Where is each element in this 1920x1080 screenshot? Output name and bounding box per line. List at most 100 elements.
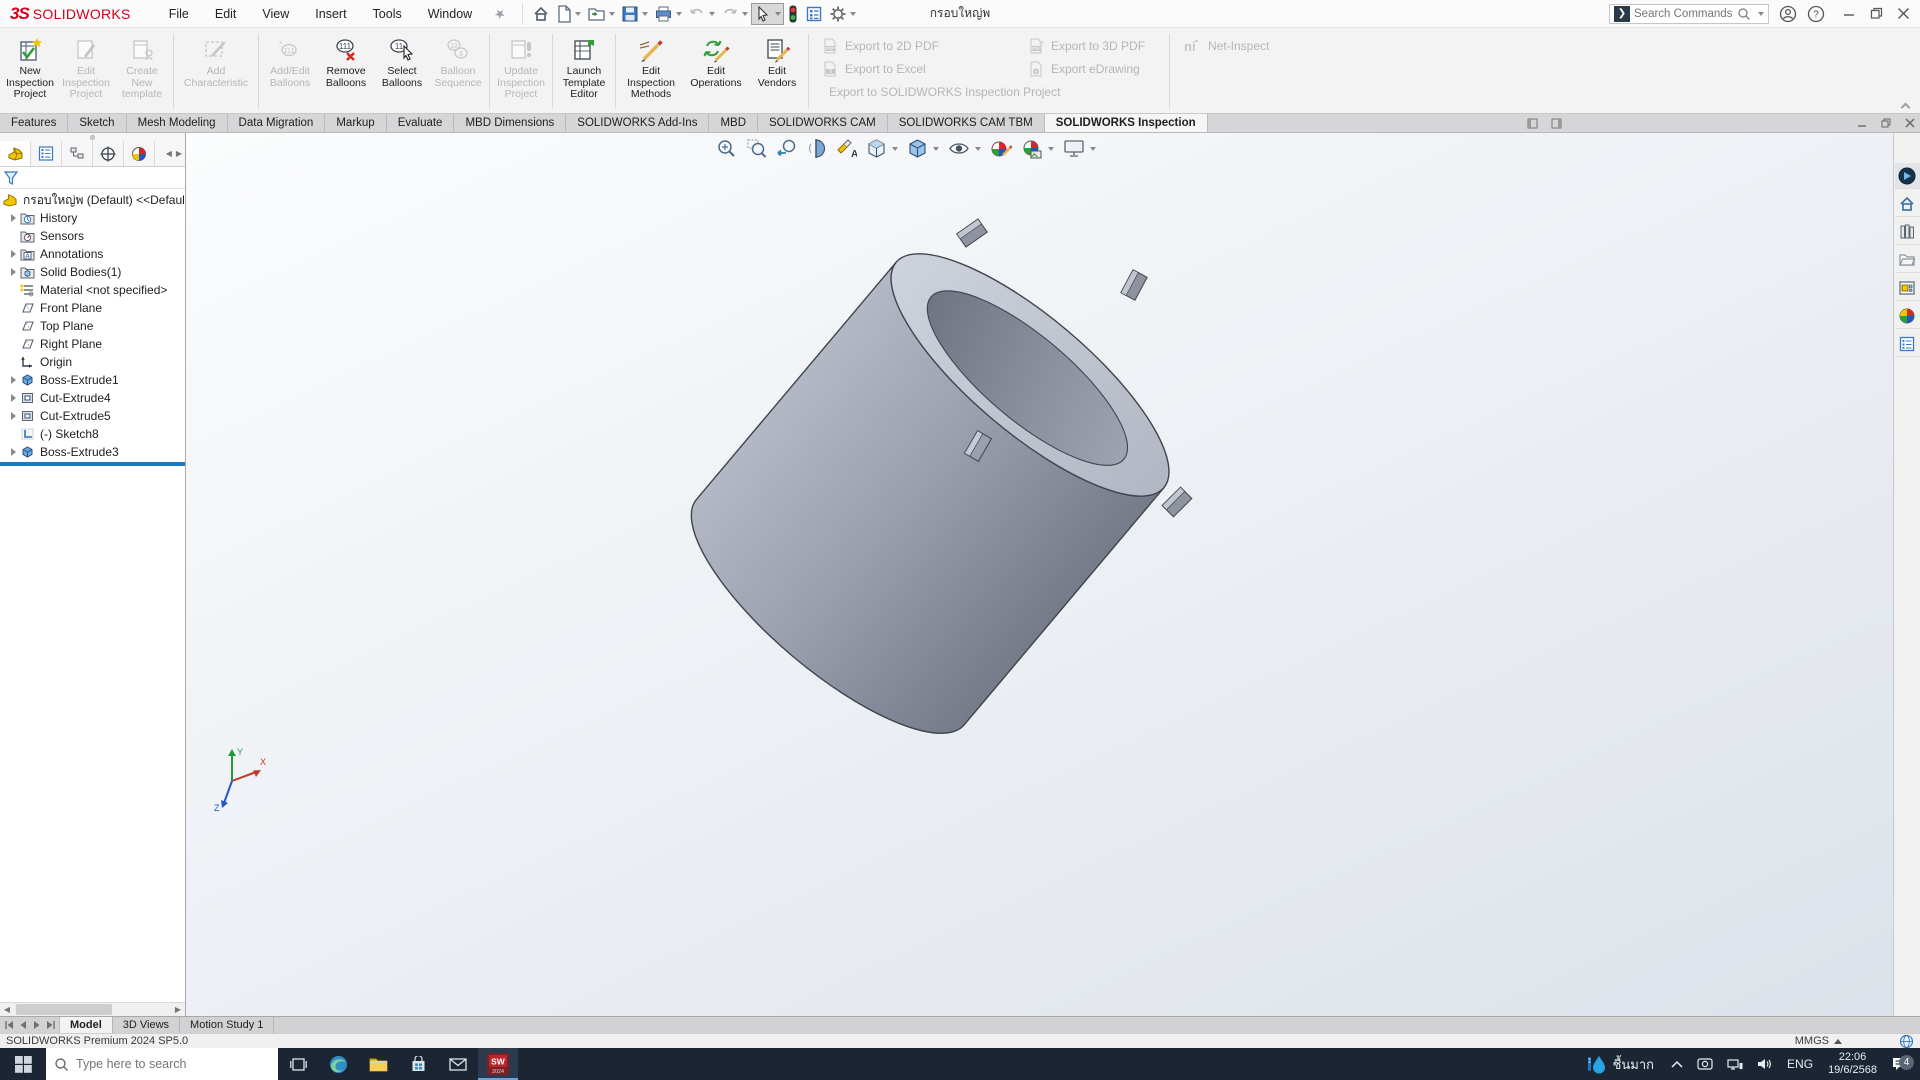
design-library-tab[interactable] xyxy=(1895,219,1920,245)
tree-item-cut-extrude5[interactable]: Cut-Extrude5 xyxy=(0,407,185,425)
network-button[interactable] xyxy=(1720,1048,1750,1080)
tree-item-sensors[interactable]: Sensors xyxy=(0,227,185,245)
tree-item-boss-extrude3[interactable]: Boss-Extrude3 xyxy=(0,443,185,461)
save-button[interactable] xyxy=(618,3,651,25)
chevron-down-icon[interactable] xyxy=(775,12,781,16)
custom-properties-tab[interactable] xyxy=(1895,331,1920,357)
appearances-tab[interactable] xyxy=(1895,303,1920,329)
tree-item-top-plane[interactable]: Top Plane xyxy=(0,317,185,335)
language-indicator[interactable]: ENG xyxy=(1780,1048,1820,1080)
propertymanager-tab[interactable] xyxy=(31,141,62,166)
doc-restore-icon[interactable] xyxy=(1881,118,1892,129)
first-tab-button[interactable] xyxy=(2,1019,15,1032)
doc-minimize-icon[interactable] xyxy=(1857,118,1868,129)
tree-item-front-plane[interactable]: Front Plane xyxy=(0,299,185,317)
configurationmanager-tab[interactable] xyxy=(62,141,93,166)
units-selector[interactable]: MMGS xyxy=(1795,1035,1842,1047)
tree-item-solid-bodies[interactable]: Solid Bodies(1) xyxy=(0,263,185,281)
help-icon[interactable]: ? xyxy=(1807,5,1825,23)
tab-solidworks-addins[interactable]: SOLIDWORKS Add-Ins xyxy=(566,114,709,132)
tab-data-migration[interactable]: Data Migration xyxy=(228,114,326,132)
remove-balloons-button[interactable]: 111 Remove Balloons xyxy=(318,30,374,113)
3dexperience-tab[interactable] xyxy=(1895,163,1920,189)
close-icon[interactable] xyxy=(1897,7,1910,20)
pin-menu-icon[interactable]: ★ xyxy=(490,4,509,24)
edit-inspection-methods-button[interactable]: Edit Inspection Methods xyxy=(619,30,683,113)
mounting-tab[interactable] xyxy=(1162,487,1192,517)
expand-arrow-icon[interactable] xyxy=(11,376,16,384)
cylinder-part[interactable] xyxy=(659,218,1201,769)
expand-arrow-icon[interactable] xyxy=(11,214,16,222)
tab-markup[interactable]: Markup xyxy=(325,114,386,132)
mounting-tab[interactable] xyxy=(1121,270,1147,300)
restore-icon[interactable] xyxy=(1870,7,1883,20)
tree-item-sketch8[interactable]: (-) Sketch8 xyxy=(0,425,185,443)
redo-button[interactable] xyxy=(718,3,751,25)
displaymanager-tab[interactable] xyxy=(124,141,155,166)
chevron-down-icon[interactable] xyxy=(609,12,615,16)
mounting-tab[interactable] xyxy=(957,219,987,247)
rebuild-button[interactable] xyxy=(784,2,802,26)
chevron-down-icon[interactable] xyxy=(850,12,856,16)
rollback-bar[interactable] xyxy=(0,462,185,466)
scroll-right-button[interactable]: ▶ xyxy=(171,1003,185,1016)
tab-model[interactable]: Model xyxy=(60,1017,113,1033)
command-search[interactable]: ❯ xyxy=(1609,4,1769,24)
tree-horizontal-scrollbar[interactable]: ◀ ▶ xyxy=(0,1002,185,1016)
expand-arrow-icon[interactable] xyxy=(11,394,16,402)
featuremanager-tab[interactable] xyxy=(0,141,31,166)
expand-arrow-icon[interactable] xyxy=(11,268,16,276)
menu-file[interactable]: File xyxy=(157,3,201,25)
tree-item-origin[interactable]: Origin xyxy=(0,353,185,371)
filter-funnel-icon[interactable] xyxy=(3,170,19,186)
taskbar-search[interactable] xyxy=(46,1048,278,1080)
menu-view[interactable]: View xyxy=(250,3,301,25)
view-palette-tab[interactable] xyxy=(1895,275,1920,301)
doc-close-icon[interactable] xyxy=(1905,118,1916,129)
launch-template-editor-button[interactable]: Launch Template Editor xyxy=(556,30,612,113)
home-tab[interactable] xyxy=(1895,191,1920,217)
weather-widget[interactable]: ชื้นมาก xyxy=(1577,1054,1664,1075)
scroll-right-icon[interactable]: ▶ xyxy=(176,149,182,158)
scrollbar-track[interactable] xyxy=(14,1003,171,1016)
user-account-icon[interactable] xyxy=(1779,5,1797,23)
file-explorer-tab[interactable] xyxy=(1895,247,1920,273)
tree-item-boss-extrude1[interactable]: Boss-Extrude1 xyxy=(0,371,185,389)
panel-splitter-handle[interactable] xyxy=(0,133,185,141)
store-taskbar-button[interactable] xyxy=(398,1048,438,1080)
scroll-left-button[interactable]: ◀ xyxy=(0,1003,14,1016)
tab-motion-study-1[interactable]: Motion Study 1 xyxy=(180,1017,274,1033)
tab-features[interactable]: Features xyxy=(0,114,68,132)
dock-left-icon[interactable] xyxy=(1527,118,1538,129)
tree-item-right-plane[interactable]: Right Plane xyxy=(0,335,185,353)
tree-root-part[interactable]: กรอบใหญ่พ (Default) <<Default>_Displ xyxy=(0,191,185,209)
chevron-down-icon[interactable] xyxy=(642,12,648,16)
select-balloons-button[interactable]: 11 Select Balloons xyxy=(374,30,430,113)
file-explorer-taskbar-button[interactable] xyxy=(358,1048,398,1080)
expand-arrow-icon[interactable] xyxy=(11,250,16,258)
model-canvas[interactable]: Y X Z xyxy=(186,133,1893,1016)
mail-taskbar-button[interactable] xyxy=(438,1048,478,1080)
open-button[interactable] xyxy=(584,3,618,25)
tree-item-annotations[interactable]: A Annotations xyxy=(0,245,185,263)
taskbar-clock[interactable]: 22:06 19/6/2568 xyxy=(1820,1051,1885,1077)
chevron-down-icon[interactable] xyxy=(1758,12,1764,16)
tab-sketch[interactable]: Sketch xyxy=(68,114,126,132)
tab-solidworks-inspection[interactable]: SOLIDWORKS Inspection xyxy=(1045,114,1208,132)
graphics-viewport[interactable]: A xyxy=(186,133,1893,1016)
undo-button[interactable] xyxy=(685,3,718,25)
dimxpertmanager-tab[interactable] xyxy=(93,141,124,166)
show-hidden-icons-button[interactable] xyxy=(1664,1048,1690,1080)
edit-vendors-button[interactable]: Edit Vendors xyxy=(749,30,805,113)
scroll-left-icon[interactable]: ◀ xyxy=(166,149,172,158)
expand-arrow-icon[interactable] xyxy=(11,412,16,420)
task-view-button[interactable] xyxy=(278,1048,318,1080)
tab-solidworks-cam[interactable]: SOLIDWORKS CAM xyxy=(758,114,888,132)
new-inspection-project-button[interactable]: New Inspection Project xyxy=(2,30,58,113)
tab-solidworks-cam-tbm[interactable]: SOLIDWORKS CAM TBM xyxy=(888,114,1045,132)
dock-right-icon[interactable] xyxy=(1551,118,1562,129)
action-center-button[interactable]: 4 xyxy=(1885,1056,1920,1072)
edit-operations-button[interactable]: Edit Operations xyxy=(683,30,749,113)
menu-edit[interactable]: Edit xyxy=(203,3,249,25)
new-document-button[interactable] xyxy=(553,3,584,25)
